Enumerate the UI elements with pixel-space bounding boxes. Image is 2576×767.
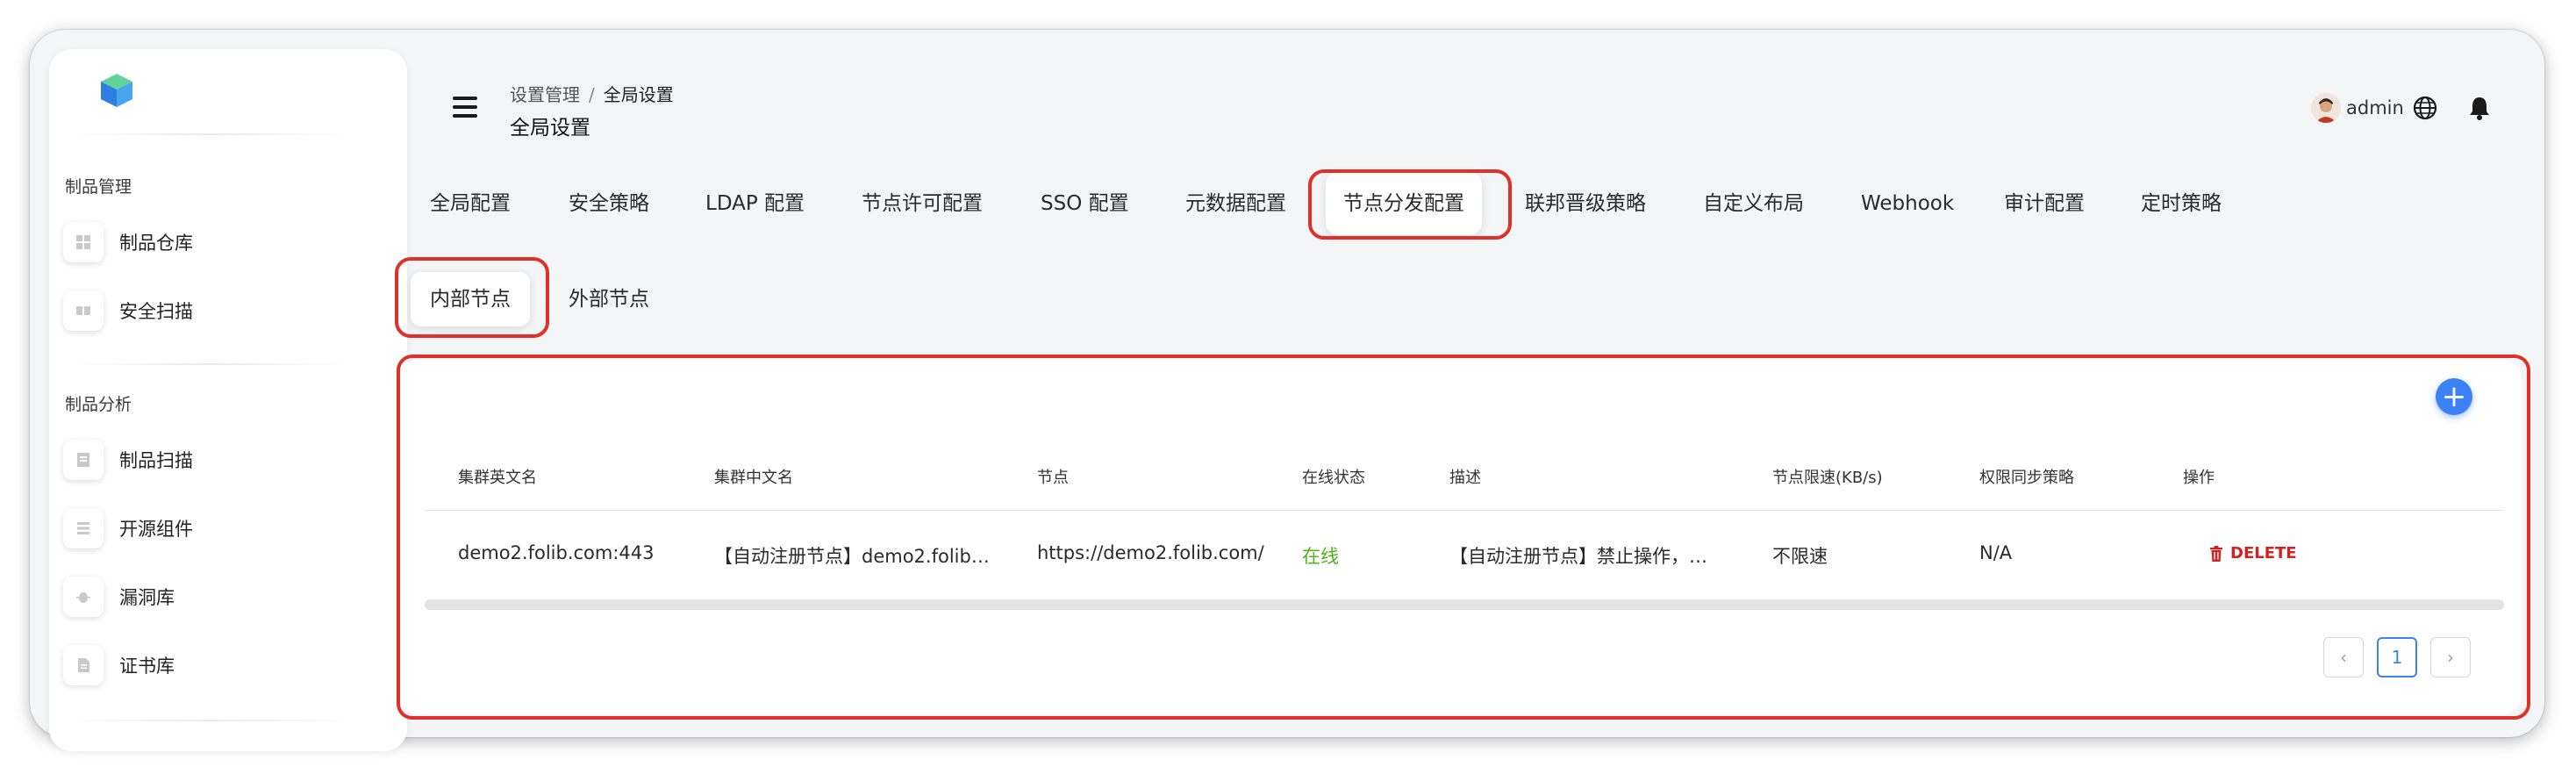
breadcrumb-item-settings[interactable]: 设置管理 <box>510 84 580 105</box>
tab-scheduled-policy[interactable]: 定时策略 <box>2141 172 2222 235</box>
column-header-actions: 操作 <box>2183 469 2215 487</box>
tab-sso-config[interactable]: SSO 配置 <box>1041 172 1129 235</box>
grid-icon <box>63 222 104 262</box>
sidebar-item-label: 开源组件 <box>119 519 193 540</box>
sidebar-item-open-source-components[interactable]: 开源组件 <box>63 505 193 551</box>
avatar <box>2311 93 2341 123</box>
cell-cluster-en-name: demo2.folib.com:443 <box>458 542 655 563</box>
subtab-external-nodes[interactable]: 外部节点 <box>569 272 649 326</box>
sidebar-section-artifact-management: 制品管理 <box>65 177 132 197</box>
table-horizontal-scrollbar[interactable] <box>425 599 2504 610</box>
tab-node-license-config[interactable]: 节点许可配置 <box>862 172 983 235</box>
user-menu[interactable]: admin <box>2311 93 2404 123</box>
tab-webhook[interactable]: Webhook <box>1861 172 1954 235</box>
sidebar-item-label: 安全扫描 <box>119 301 193 322</box>
sidebar-item-label: 制品仓库 <box>119 233 193 254</box>
sidebar-item-vulnerability-db[interactable]: 漏洞库 <box>63 574 175 620</box>
scan-book-icon <box>63 290 104 331</box>
scan-doc-icon <box>63 440 104 480</box>
table-header-divider <box>425 510 2504 511</box>
tab-metadata-config[interactable]: 元数据配置 <box>1185 172 1286 235</box>
breadcrumb-item-current: 全局设置 <box>603 84 674 105</box>
sidebar-item-artifact-repository[interactable]: 制品仓库 <box>63 219 193 265</box>
bell-icon[interactable] <box>2468 95 2491 121</box>
pagination-page-1[interactable]: 1 <box>2377 637 2417 677</box>
column-header-permission-sync-policy: 权限同步策略 <box>1979 469 2074 487</box>
sidebar-item-security-scan[interactable]: 安全扫描 <box>63 288 193 333</box>
username: admin <box>2346 97 2404 118</box>
pagination-prev-button[interactable]: ‹ <box>2323 637 2364 677</box>
bug-icon <box>63 577 104 617</box>
breadcrumb: 设置管理 / 全局设置 <box>510 81 674 106</box>
column-header-cluster-en-name: 集群英文名 <box>458 469 537 487</box>
sidebar-divider <box>70 363 351 365</box>
app-logo[interactable] <box>97 70 137 111</box>
cell-cluster-cn-name: 【自动注册节点】demo2.folib… <box>714 546 990 567</box>
sidebar-item-label: 制品扫描 <box>119 450 193 471</box>
sidebar-divider <box>70 133 351 135</box>
highlight-box-active-subtab <box>395 257 549 338</box>
sidebar-section-artifact-analysis: 制品分析 <box>65 395 132 414</box>
tab-global-config[interactable]: 全局配置 <box>430 172 511 235</box>
cell-description: 【自动注册节点】禁止操作，… <box>1449 546 1707 567</box>
pagination-next-button[interactable]: › <box>2430 637 2471 677</box>
tab-ldap-config[interactable]: LDAP 配置 <box>705 172 805 235</box>
cell-permission-sync-policy: N/A <box>1979 542 2013 563</box>
highlight-box-table <box>397 355 2530 720</box>
add-node-button[interactable]: + <box>2436 378 2472 415</box>
delete-button-label: DELETE <box>2230 544 2297 563</box>
certificate-icon <box>63 645 104 685</box>
sidebar-item-certificate-db[interactable]: 证书库 <box>63 642 175 688</box>
column-header-node: 节点 <box>1037 469 1069 487</box>
highlight-box-active-tab <box>1308 169 1512 240</box>
menu-toggle-icon[interactable] <box>453 97 477 119</box>
column-header-online-status: 在线状态 <box>1302 469 1365 487</box>
globe-icon[interactable] <box>2412 95 2438 121</box>
sidebar-item-artifact-scan[interactable]: 制品扫描 <box>63 437 193 483</box>
tab-federation-promotion-policy[interactable]: 联邦晋级策略 <box>1525 172 1646 235</box>
cell-online-status: 在线 <box>1302 546 1339 567</box>
plus-icon: + <box>2441 379 2467 414</box>
cell-speed-limit: 不限速 <box>1772 546 1828 567</box>
column-header-speed-limit: 节点限速(KB/s) <box>1772 469 1883 487</box>
page-title: 全局设置 <box>510 117 590 140</box>
sidebar-item-label: 证书库 <box>119 656 175 677</box>
cell-node-url: https://demo2.folib.com/ <box>1037 542 1264 563</box>
breadcrumb-separator: / <box>589 84 595 105</box>
tab-audit-config[interactable]: 审计配置 <box>2004 172 2085 235</box>
column-header-description: 描述 <box>1449 469 1481 487</box>
tab-custom-layout[interactable]: 自定义布局 <box>1703 172 1804 235</box>
tab-security-policy[interactable]: 安全策略 <box>569 172 649 235</box>
trash-icon <box>2210 545 2222 562</box>
sidebar-divider <box>70 720 351 721</box>
sidebar-item-label: 漏洞库 <box>119 587 175 608</box>
column-header-cluster-cn-name: 集群中文名 <box>714 469 793 487</box>
list-icon <box>63 508 104 548</box>
delete-button[interactable]: DELETE <box>2209 544 2297 563</box>
